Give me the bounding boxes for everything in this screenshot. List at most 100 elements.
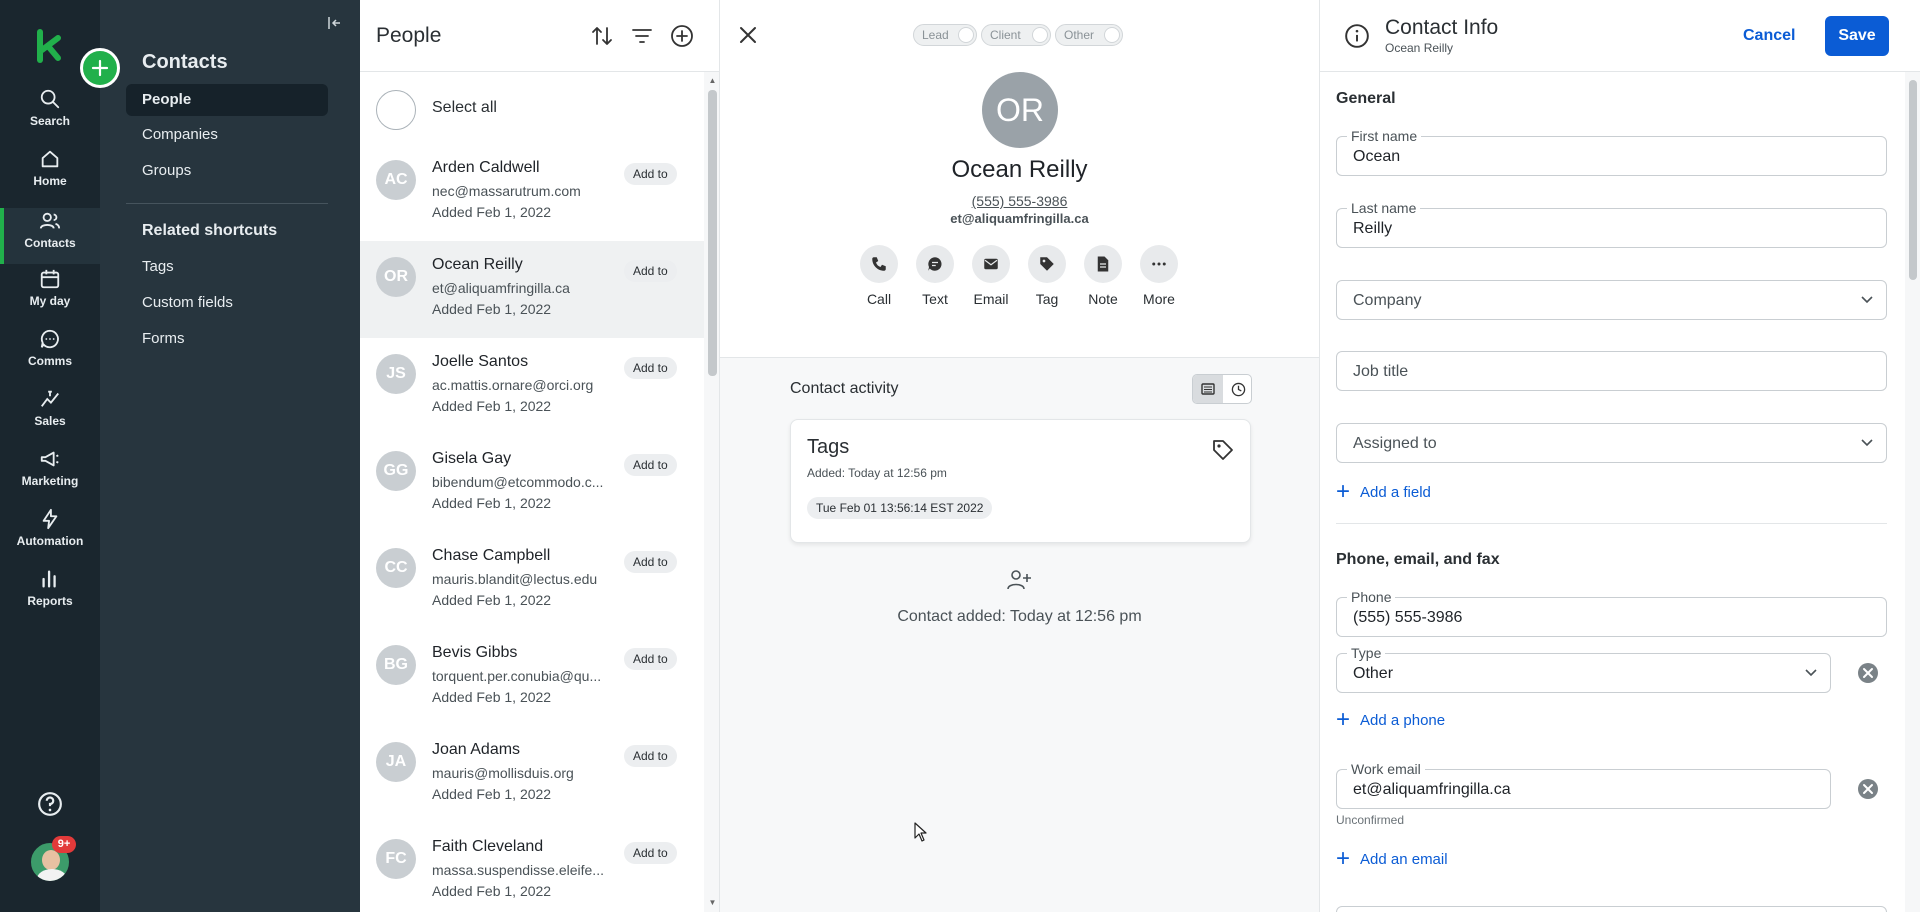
- next-field-partial[interactable]: [1336, 906, 1887, 912]
- contact-avatar: OR: [376, 257, 416, 297]
- scroll-up-icon[interactable]: ▲: [708, 76, 717, 85]
- save-button[interactable]: Save: [1825, 16, 1889, 56]
- list-item[interactable]: GG Gisela Gay bibendum@etcommodo.c... Ad…: [360, 435, 704, 532]
- chat-icon: [40, 329, 59, 349]
- clock-icon: [1231, 382, 1245, 396]
- rail-item-home[interactable]: Home: [0, 148, 100, 204]
- contact-added-text: Contact added: Today at 12:56 pm: [897, 608, 1142, 625]
- shortcut-custom-fields[interactable]: Custom fields: [126, 287, 328, 319]
- rail-item-my-day[interactable]: My day: [0, 268, 100, 324]
- list-scrollbar-thumb[interactable]: [708, 90, 717, 376]
- text-action[interactable]: Text: [907, 245, 963, 307]
- rail-item-automation[interactable]: Automation: [0, 508, 100, 564]
- add-to-button[interactable]: Add to: [624, 551, 677, 573]
- subnav-item-people[interactable]: People: [126, 84, 328, 116]
- keap-logo[interactable]: [34, 28, 66, 64]
- contact-added-date: Added Feb 1, 2022: [432, 592, 552, 608]
- subnav-item-groups[interactable]: Groups: [126, 155, 328, 187]
- people-list-panel: People Select all AC Arden Caldwell nec@…: [360, 0, 720, 912]
- list-item[interactable]: OR Ocean Reilly et@aliquamfringilla.ca A…: [360, 241, 704, 338]
- add-phone-button[interactable]: + Add a phone: [1336, 708, 1445, 732]
- first-name-field[interactable]: First name Ocean: [1336, 128, 1887, 176]
- add-email-button[interactable]: + Add an email: [1336, 847, 1448, 871]
- rail-item-reports[interactable]: Reports: [0, 568, 100, 624]
- status-toggle-lead[interactable]: Lead: [913, 24, 977, 46]
- action-label: Text: [922, 291, 948, 307]
- contact-email-text[interactable]: et@aliquamfringilla.ca: [720, 211, 1319, 226]
- rail-item-comms[interactable]: Comms: [0, 328, 100, 384]
- company-select[interactable]: Company: [1336, 280, 1887, 320]
- note-icon: [1097, 256, 1109, 272]
- status-toggle-client[interactable]: Client: [981, 24, 1051, 46]
- add-to-button[interactable]: Add to: [624, 648, 677, 670]
- subnav-item-companies[interactable]: Companies: [126, 119, 328, 151]
- more-action[interactable]: More: [1131, 245, 1187, 307]
- add-to-button[interactable]: Add to: [624, 260, 677, 282]
- close-icon[interactable]: [738, 25, 758, 45]
- select-all-checkbox[interactable]: [376, 90, 416, 130]
- timeline-view-button[interactable]: [1223, 375, 1251, 403]
- panel-scrollbar-thumb[interactable]: [1909, 80, 1917, 280]
- help-icon[interactable]: [37, 791, 63, 817]
- add-to-button[interactable]: Add to: [624, 357, 677, 379]
- contact-added-date: Added Feb 1, 2022: [432, 689, 552, 705]
- list-item[interactable]: FC Faith Cleveland massa.suspendisse.ele…: [360, 823, 704, 912]
- add-field-button[interactable]: + Add a field: [1336, 480, 1431, 504]
- shortcut-tags[interactable]: Tags: [126, 251, 328, 283]
- list-item[interactable]: AC Arden Caldwell nec@massarutrum.com Ad…: [360, 144, 704, 241]
- contact-email: nec@massarutrum.com: [432, 183, 581, 199]
- remove-email-icon[interactable]: [1857, 778, 1879, 800]
- contact-phone-link[interactable]: (555) 555-3986: [720, 193, 1319, 209]
- last-name-field[interactable]: Last name Reilly: [1336, 200, 1887, 248]
- scroll-down-icon[interactable]: ▼: [708, 898, 717, 907]
- note-action[interactable]: Note: [1075, 245, 1131, 307]
- rail-label: Automation: [16, 534, 84, 548]
- action-label: Call: [866, 291, 892, 307]
- panel-scrollbar[interactable]: [1905, 72, 1920, 912]
- email-action[interactable]: Email: [963, 245, 1019, 307]
- add-to-button[interactable]: Add to: [624, 163, 677, 185]
- rail-item-sales[interactable]: Sales: [0, 388, 100, 444]
- status-toggle-other[interactable]: Other: [1055, 24, 1123, 46]
- sort-icon[interactable]: [590, 24, 614, 48]
- tag-action[interactable]: Tag: [1019, 245, 1075, 307]
- list-view-button[interactable]: [1193, 375, 1223, 403]
- cancel-button[interactable]: Cancel: [1743, 18, 1795, 54]
- work-email-field[interactable]: Work email et@aliquamfringilla.ca: [1336, 761, 1831, 809]
- contact-name: Chase Campbell: [432, 547, 551, 564]
- select-all-row[interactable]: Select all: [360, 72, 704, 144]
- field-value: Reilly: [1353, 220, 1393, 237]
- add-email-label: Add an email: [1360, 850, 1448, 868]
- phone-field[interactable]: Phone (555) 555-3986: [1336, 589, 1887, 637]
- add-to-button[interactable]: Add to: [624, 842, 677, 864]
- contact-name: Joan Adams: [432, 741, 521, 758]
- contact-added-date: Added Feb 1, 2022: [432, 301, 552, 317]
- select-all-label: Select all: [432, 99, 497, 116]
- assigned-to-select[interactable]: Assigned to: [1336, 423, 1887, 463]
- filter-icon[interactable]: [630, 24, 654, 48]
- rail-item-marketing[interactable]: Marketing: [0, 448, 100, 504]
- plus-icon: [91, 59, 109, 77]
- add-new-button[interactable]: [80, 48, 120, 88]
- add-to-button[interactable]: Add to: [624, 454, 677, 476]
- add-field-label: Add a field: [1360, 483, 1431, 501]
- list-item[interactable]: CC Chase Campbell mauris.blandit@lectus.…: [360, 532, 704, 629]
- call-action[interactable]: Call: [851, 245, 907, 307]
- rail-item-search[interactable]: Search: [0, 88, 100, 144]
- activity-view-toggle: [1192, 374, 1252, 404]
- collapse-sidebar-icon[interactable]: [327, 15, 343, 31]
- chevron-down-icon: [1805, 669, 1817, 677]
- list-item[interactable]: JA Joan Adams mauris@mollisduis.org Adde…: [360, 726, 704, 823]
- shortcut-forms[interactable]: Forms: [126, 323, 328, 355]
- remove-phone-icon[interactable]: [1857, 662, 1879, 684]
- list-item[interactable]: JS Joelle Santos ac.mattis.ornare@orci.o…: [360, 338, 704, 435]
- tag-chip[interactable]: Tue Feb 01 13:56:14 EST 2022: [807, 497, 993, 519]
- add-to-button[interactable]: Add to: [624, 745, 677, 767]
- list-item[interactable]: BG Bevis Gibbs torquent.per.conubia@qu..…: [360, 629, 704, 726]
- phone-type-select[interactable]: Type Other: [1336, 645, 1831, 693]
- home-icon: [41, 150, 59, 168]
- job-title-field[interactable]: Job title: [1336, 351, 1887, 391]
- rail-item-contacts[interactable]: Contacts: [0, 208, 100, 264]
- add-contact-icon[interactable]: [670, 24, 694, 48]
- contact-avatar: JA: [376, 742, 416, 782]
